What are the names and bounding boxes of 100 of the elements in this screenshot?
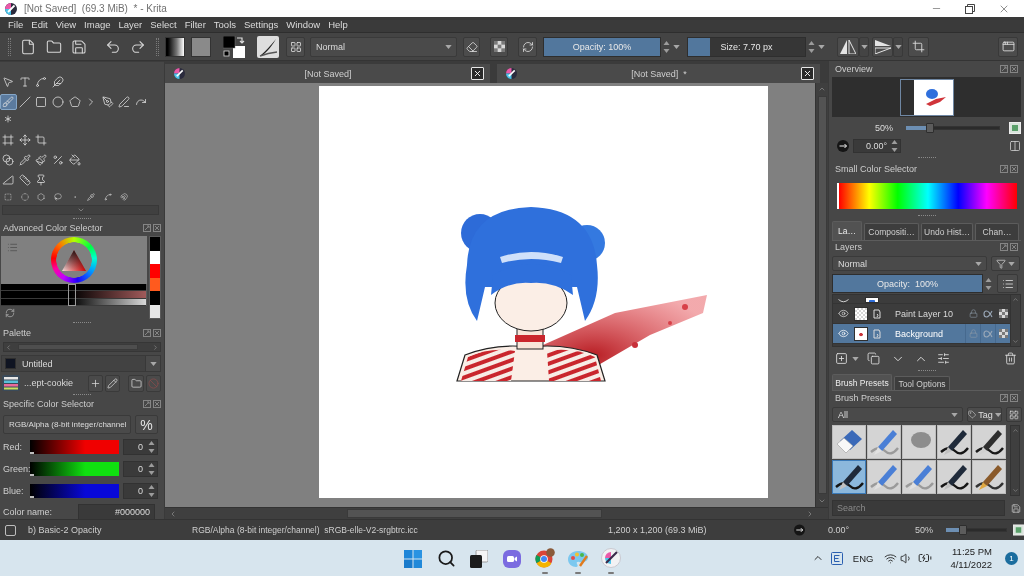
checkerboard-icon[interactable] — [998, 329, 1008, 338]
close-icon[interactable] — [153, 329, 161, 337]
open-button[interactable] — [128, 374, 144, 392]
brush-preset[interactable] — [937, 425, 971, 459]
spin-arrows-icon[interactable] — [148, 485, 155, 497]
view-options-button[interactable] — [1006, 407, 1022, 422]
menu-item[interactable]: Settings — [240, 18, 283, 31]
undo-icon[interactable] — [105, 38, 121, 55]
rotation-field[interactable]: 0.00° — [853, 139, 901, 153]
duplicate-icon[interactable] — [867, 352, 880, 365]
search-icon[interactable] — [436, 549, 456, 568]
splitter-handle[interactable] — [73, 394, 91, 396]
color-name-field[interactable]: #000000 — [78, 504, 155, 520]
color-triangle[interactable] — [62, 249, 86, 271]
color-swatch[interactable] — [150, 250, 160, 264]
close-icon[interactable] — [1010, 394, 1018, 402]
color-swatch[interactable] — [150, 277, 160, 291]
slider-handle[interactable] — [30, 452, 34, 454]
dock-tab[interactable]: Compositi… — [864, 223, 919, 240]
brush-preset[interactable] — [972, 425, 1006, 459]
palette-entry-dropdown[interactable]: Untitled — [1, 355, 161, 372]
task-view-icon[interactable] — [470, 550, 488, 568]
close-icon[interactable] — [153, 400, 161, 408]
new-document-icon[interactable] — [20, 38, 36, 55]
spin-arrows-icon[interactable] — [891, 140, 898, 152]
color-swatch[interactable] — [150, 304, 160, 318]
restore-icon[interactable] — [965, 3, 975, 14]
toolbar-grip[interactable] — [156, 37, 159, 56]
slider-handle[interactable] — [68, 284, 77, 306]
video-chat-icon[interactable] — [503, 550, 521, 568]
close-icon[interactable] — [153, 224, 161, 232]
dock-tab[interactable]: Chan… — [975, 223, 1019, 240]
close-icon[interactable] — [1010, 65, 1018, 73]
brush-preset[interactable] — [972, 460, 1006, 494]
save-icon[interactable] — [1011, 502, 1021, 514]
alpha-lock-button[interactable] — [490, 36, 508, 57]
opacity-slider[interactable]: Opacity: 100% — [543, 36, 661, 57]
alpha-icon[interactable] — [983, 309, 993, 318]
dock-tab[interactable]: Undo Hist… — [921, 223, 973, 240]
properties-button[interactable] — [997, 274, 1018, 293]
number-field[interactable]: 0 — [123, 439, 158, 455]
add-layer-icon[interactable] — [835, 352, 848, 365]
spin-arrows-icon[interactable] — [148, 463, 155, 475]
checkerboard-icon[interactable] — [998, 309, 1008, 318]
float-icon[interactable] — [143, 400, 151, 408]
app-logo-icon[interactable] — [601, 548, 621, 568]
brush-preset[interactable] — [832, 460, 866, 494]
redo-icon[interactable] — [130, 38, 146, 55]
columns-icon[interactable] — [1009, 140, 1021, 152]
image-icon[interactable] — [1009, 122, 1021, 134]
hue-bar[interactable] — [837, 183, 1017, 209]
spin-arrows-icon[interactable] — [663, 40, 670, 53]
float-icon[interactable] — [1000, 394, 1008, 402]
spin-arrows-icon[interactable] — [148, 441, 155, 453]
wrap-button[interactable] — [908, 36, 929, 57]
search-field[interactable]: Search — [832, 500, 1005, 516]
splitter-handle[interactable] — [917, 214, 936, 217]
tool-button[interactable] — [0, 151, 17, 168]
vertical-scrollbar[interactable] — [815, 83, 828, 507]
splitter-handle[interactable] — [917, 157, 936, 159]
image-icon[interactable] — [1013, 524, 1024, 536]
menu-item[interactable]: Image — [80, 18, 115, 31]
browser-icon[interactable] — [535, 548, 555, 568]
delete-icon[interactable] — [1004, 352, 1017, 365]
sliders-icon[interactable] — [937, 352, 950, 365]
color-swatch[interactable] — [150, 264, 160, 278]
menu-item[interactable]: Help — [324, 18, 352, 31]
document-header[interactable]: [Not Saved] * — [497, 64, 820, 83]
refresh-icon[interactable] — [5, 308, 15, 318]
color-selector-icon[interactable] — [223, 35, 245, 58]
menu-item[interactable]: Tools — [209, 18, 240, 31]
brush-preset-icon[interactable] — [257, 35, 279, 58]
preset-icon[interactable] — [5, 524, 16, 536]
number-field[interactable]: 0 — [123, 461, 158, 477]
splitter-handle[interactable] — [917, 370, 936, 372]
color-model-dropdown[interactable]: RGB/Alpha (8-bit integer/channel — [3, 415, 131, 434]
palette-icon[interactable] — [568, 550, 588, 568]
clock-time[interactable]: 11:25 PM — [952, 546, 992, 557]
float-icon[interactable] — [1000, 165, 1008, 173]
lock-icon[interactable] — [968, 309, 978, 318]
brush-preset[interactable] — [937, 460, 971, 494]
workspace-button[interactable] — [998, 36, 1018, 57]
dropdown-button[interactable] — [893, 36, 903, 57]
eye-icon[interactable] — [838, 299, 849, 303]
filter-button[interactable] — [991, 256, 1020, 271]
slider-handle[interactable] — [925, 123, 934, 133]
tool-button[interactable] — [66, 151, 83, 168]
overview-thumbnail[interactable] — [913, 79, 953, 115]
horizontal-scrollbar[interactable] — [165, 507, 828, 519]
opacity-slider[interactable]: Opacity: 100% — [832, 274, 983, 293]
gradient-button[interactable] — [165, 36, 185, 57]
spin-arrows-icon[interactable] — [808, 40, 815, 53]
tool-button[interactable] — [33, 151, 50, 168]
float-icon[interactable] — [1000, 243, 1008, 251]
splitter-handle[interactable] — [73, 217, 91, 220]
tool-button[interactable] — [49, 94, 67, 111]
float-icon[interactable] — [1000, 65, 1008, 73]
slider-handle[interactable] — [959, 525, 968, 535]
grid-button[interactable] — [286, 36, 305, 57]
dial-icon[interactable] — [794, 524, 805, 536]
